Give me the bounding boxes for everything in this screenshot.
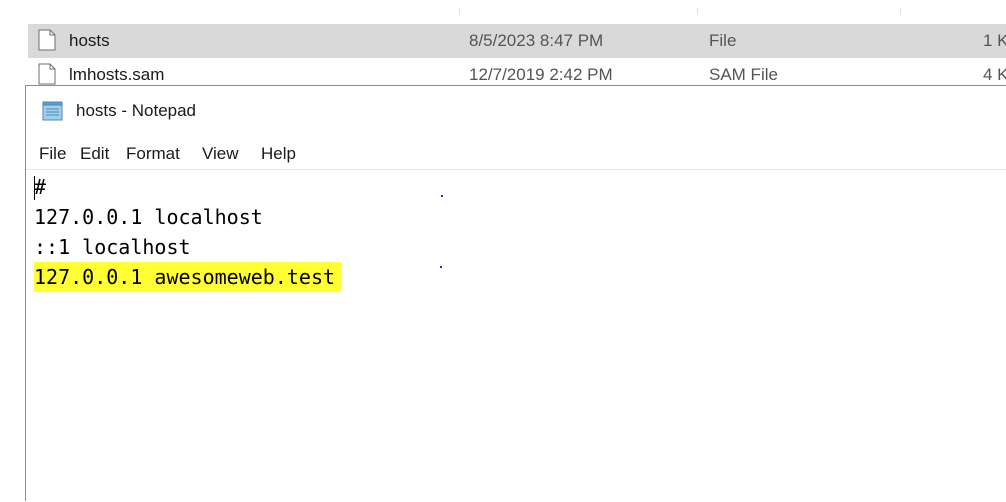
text-editor[interactable]: # 127.0.0.1 localhost ::1 localhost 127.… <box>26 172 1006 502</box>
file-icon <box>38 29 56 51</box>
menu-edit[interactable]: Edit <box>80 138 109 170</box>
title-bar[interactable]: hosts - Notepad <box>26 86 1006 136</box>
file-name: hosts <box>69 31 110 50</box>
file-explorer: hosts 8/5/2023 8:47 PM File 1 K lmhosts.… <box>0 0 1006 90</box>
menu-help[interactable]: Help <box>261 138 296 170</box>
menu-bar: File Edit Format View Help <box>26 138 1006 170</box>
screen-speck <box>441 195 443 197</box>
notepad-icon <box>42 101 63 121</box>
menu-file[interactable]: File <box>39 138 66 170</box>
file-icon <box>38 63 56 85</box>
file-row-hosts[interactable]: hosts 8/5/2023 8:47 PM File 1 K <box>28 24 1006 58</box>
text-line-localhost-ipv4: 127.0.0.1 localhost <box>34 205 263 229</box>
text-line-localhost-ipv6: ::1 localhost <box>34 235 191 259</box>
column-separator[interactable] <box>697 8 698 15</box>
screen-speck <box>440 266 442 268</box>
column-separator[interactable] <box>459 8 460 15</box>
file-type: File <box>709 31 737 50</box>
window-title: hosts - Notepad <box>76 101 197 120</box>
menu-view[interactable]: View <box>202 138 239 170</box>
notepad-window: hosts - Notepad File Edit Format View He… <box>25 85 1006 502</box>
menu-format[interactable]: Format <box>126 138 180 170</box>
text-line-comment: # <box>34 175 47 199</box>
text-line-awesomeweb: 127.0.0.1 awesomeweb.test <box>34 262 342 292</box>
file-size: 1 K <box>983 31 1006 50</box>
column-separator[interactable] <box>900 8 901 15</box>
file-date-modified: 8/5/2023 8:47 PM <box>469 31 604 50</box>
